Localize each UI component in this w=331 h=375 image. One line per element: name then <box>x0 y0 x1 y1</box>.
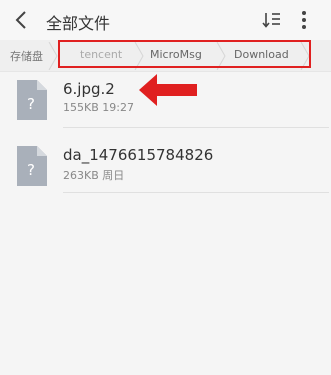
red-arrow-icon <box>139 74 197 106</box>
svg-text:?: ? <box>27 95 35 113</box>
row-divider <box>63 192 329 193</box>
highlight-box <box>58 40 311 68</box>
unknown-file-icon: ? <box>17 146 47 186</box>
top-bar: 全部文件 <box>0 0 331 40</box>
svg-text:?: ? <box>27 161 35 179</box>
file-name: da_1476615784826 <box>63 146 214 164</box>
breadcrumb-storage[interactable]: 存储盘 <box>10 48 43 64</box>
more-options-button[interactable] <box>296 10 312 30</box>
more-vertical-icon <box>302 11 306 29</box>
back-button[interactable] <box>10 8 32 32</box>
file-time: 周日 <box>102 169 125 182</box>
sort-icon <box>262 13 280 28</box>
file-meta: 155KB 19:27 <box>63 101 134 114</box>
unknown-file-icon: ? <box>17 80 47 120</box>
file-time: 19:27 <box>102 101 134 114</box>
file-name: 6.jpg.2 <box>63 80 115 98</box>
chevron-right-icon <box>48 42 58 70</box>
breadcrumb: 存储盘 tencent MicroMsg Download <box>0 40 331 71</box>
page-title: 全部文件 <box>46 14 111 33</box>
file-size: 263KB <box>63 169 99 182</box>
back-arrow-icon <box>15 11 26 29</box>
file-meta: 263KB 周日 <box>63 167 124 183</box>
sort-button[interactable] <box>262 10 282 30</box>
row-divider <box>63 127 329 128</box>
list-item[interactable]: ? da_1476615784826 263KB 周日 <box>0 138 331 208</box>
file-size: 155KB <box>63 101 99 114</box>
